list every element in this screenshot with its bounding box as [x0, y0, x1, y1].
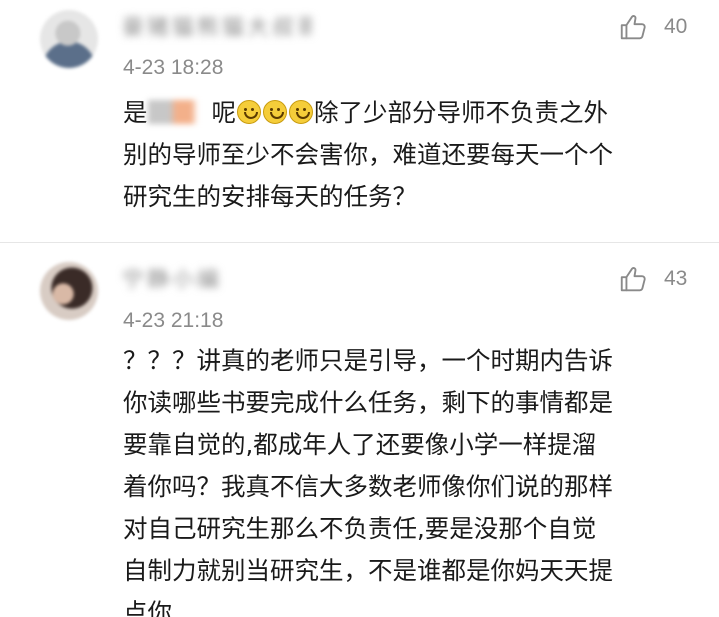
comment-body: ？？？讲真的老师只是引导，一个时期内告诉 你读哪些书要完成什么任务，剩下的事情都… [123, 340, 613, 617]
thumbs-up-icon [620, 267, 646, 292]
comment-body: 是 呢 除了少部分导师不负责之外 别的导师至少不会害你，难道还要每天一个个 研究生的… [123, 92, 613, 218]
comment-text: 呢 [211, 98, 237, 127]
comment-line: 研究生的安排每天的任务？ [123, 182, 417, 211]
username-blurred[interactable]: 豪猪猫熊猫大叔哥 [122, 10, 312, 36]
mention-blurred[interactable] [147, 100, 210, 124]
comment-line: 是 呢 除了少部分导师不负责之外 [123, 92, 613, 134]
comment-timestamp: 4-23 18:28 [123, 56, 224, 79]
comment-list: 豪猪猫熊猫大叔哥 4-23 18:28 40 是 呢 除了少部分导师不负责之外 别的… [0, 0, 719, 617]
comment-divider [0, 242, 719, 243]
like-button[interactable]: 40 [618, 12, 687, 42]
comment-text: 除了少部分导师不负责之外 [314, 98, 608, 127]
smiley-emoji-icon [237, 100, 261, 124]
like-count: 43 [664, 267, 688, 290]
comment-timestamp: 4-23 21:18 [123, 309, 224, 332]
comment-text: 是 [123, 98, 148, 127]
comment-line: 点你 [123, 598, 172, 617]
smiley-emoji-icon [263, 100, 287, 124]
comment-line: 你读哪些书要完成什么任务，剩下的事情都是 [123, 388, 613, 417]
comment-line: 自制力就别当研究生，不是谁都是你妈天天提 [123, 556, 613, 585]
avatar[interactable] [40, 262, 98, 320]
comment-line: 着你吗？我真不信大多数老师像你们说的那样 [123, 472, 613, 501]
avatar[interactable] [40, 10, 98, 68]
comment-line: 要靠自觉的,都成年人了还要像小学一样提溜 [123, 430, 597, 459]
smiley-emoji-icon [289, 100, 313, 124]
comment-line: 别的导师至少不会害你，难道还要每天一个个 [123, 140, 613, 169]
comment-line: ？？？讲真的老师只是引导，一个时期内告诉 [123, 346, 613, 375]
username-blurred[interactable]: 宁静小编 [122, 262, 232, 288]
thumbs-up-icon [620, 15, 646, 40]
comment-line: 对自己研究生那么不负责任,要是没那个自觉 [123, 514, 597, 543]
like-button[interactable]: 43 [618, 264, 687, 294]
like-count: 40 [664, 15, 688, 38]
